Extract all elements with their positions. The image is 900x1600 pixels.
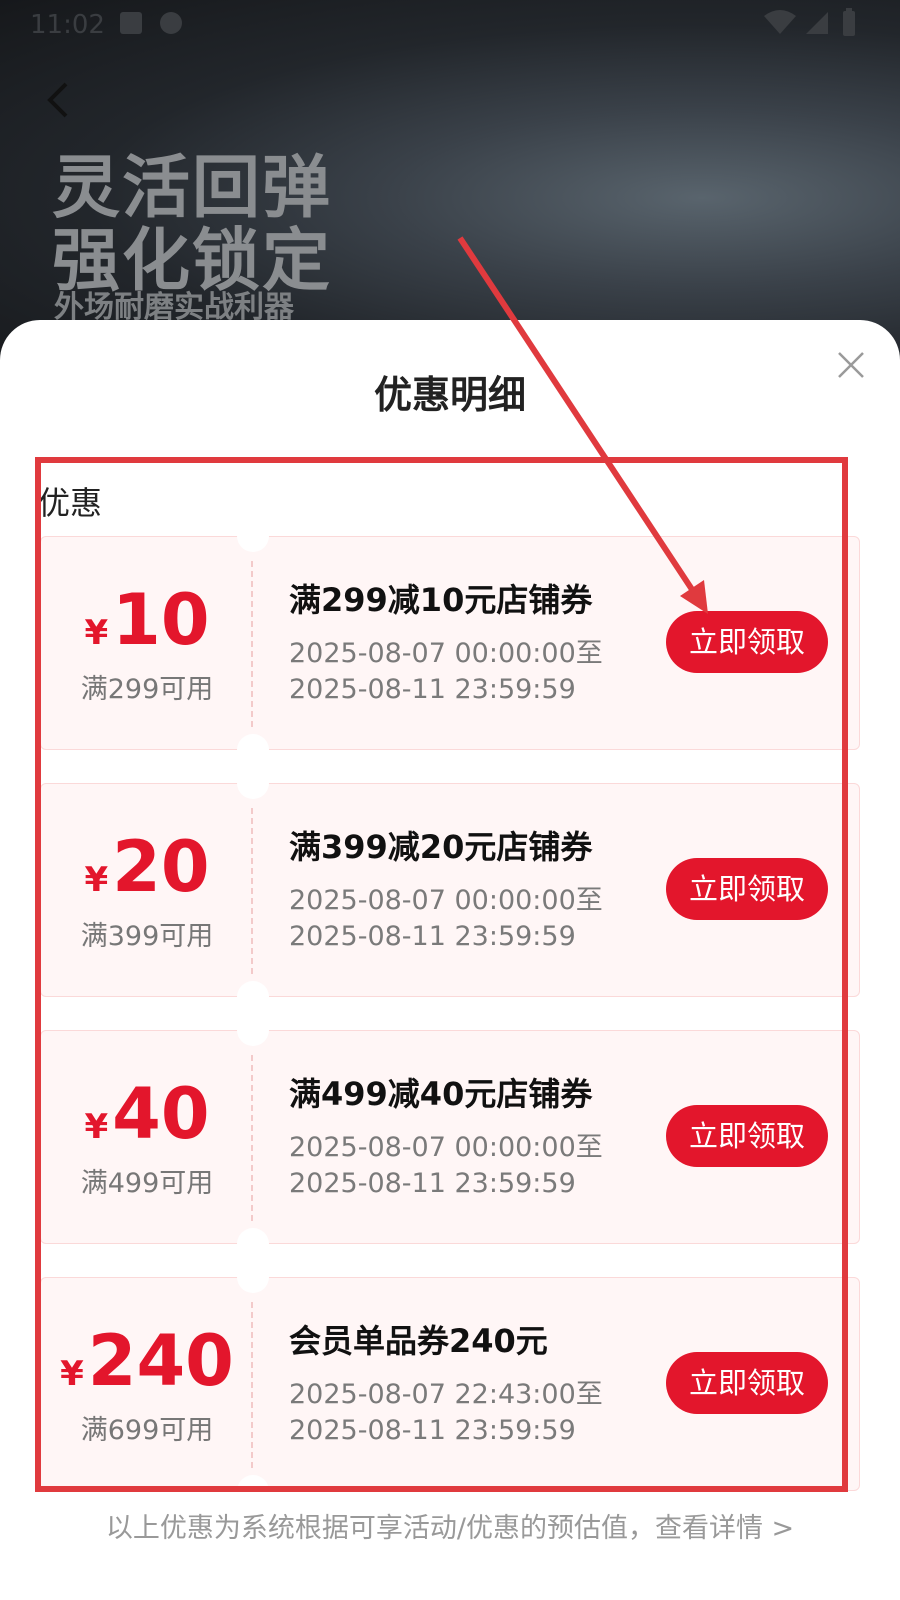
coupon-card: ¥10 满299可用 满299减10元店铺券 2025-08-07 00:00:… — [40, 520, 860, 766]
discount-detail-sheet: 优惠明细 优惠 ¥10 满299可用 满299减10元店铺券 2025-08-0… — [0, 320, 900, 1600]
coupon-notch — [237, 1475, 269, 1507]
coupon-card: ¥240 满699可用 会员单品券240元 2025-08-07 22:43:0… — [40, 1261, 860, 1507]
coupon-title: 满499减40元店铺券 — [289, 1075, 593, 1113]
claim-coupon-button[interactable]: 立即领取 — [666, 858, 828, 920]
coupon-amount: 40 — [112, 1073, 210, 1155]
coupon-title: 满299减10元店铺券 — [289, 581, 593, 619]
coupon-amount: 240 — [87, 1320, 234, 1402]
section-label: 优惠 — [38, 484, 103, 522]
coupon-card: ¥20 满399可用 满399减20元店铺券 2025-08-07 00:00:… — [40, 767, 860, 1013]
coupon-start-time: 2025-08-07 00:00:00至 — [289, 1132, 603, 1163]
coupon-value-area: ¥20 满399可用 — [41, 784, 253, 998]
coupon-start-time: 2025-08-07 00:00:00至 — [289, 885, 603, 916]
coupon-title: 会员单品券240元 — [289, 1322, 548, 1360]
coupon-threshold: 满699可用 — [80, 1415, 214, 1446]
coupon-end-time: 2025-08-11 23:59:59 — [289, 921, 576, 952]
coupon-notch — [237, 1014, 269, 1046]
footer-note-link[interactable]: 以上优惠为系统根据可享活动/优惠的预估值，查看详情 > — [0, 1506, 900, 1545]
coupon-notch — [237, 767, 269, 799]
coupon-notch — [237, 1261, 269, 1293]
coupon-value-area: ¥40 满499可用 — [41, 1031, 253, 1245]
coupon-threshold: 满399可用 — [80, 921, 214, 952]
sheet-title: 优惠明细 — [373, 373, 526, 417]
coupon-amount: 20 — [112, 826, 210, 908]
coupon-divider — [251, 808, 253, 974]
coupon-divider — [251, 1302, 253, 1468]
product-banner: 11:02 灵活回弹 强化锁定 外场耐磨实战利器 — [0, 0, 900, 360]
close-icon[interactable] — [836, 350, 866, 380]
wifi-icon — [764, 10, 796, 34]
claim-coupon-button[interactable]: 立即领取 — [666, 1352, 828, 1414]
coupon-end-time: 2025-08-11 23:59:59 — [289, 1168, 576, 1199]
coupon-start-time: 2025-08-07 22:43:00至 — [289, 1379, 603, 1410]
currency-symbol: ¥ — [84, 1107, 109, 1147]
status-time: 11:02 — [30, 10, 105, 40]
coupon-amount-row: ¥20 — [41, 826, 253, 908]
currency-symbol: ¥ — [84, 613, 109, 653]
coupon-card: ¥40 满499可用 满499减40元店铺券 2025-08-07 00:00:… — [40, 1014, 860, 1260]
notification-icon — [160, 12, 182, 34]
coupon-threshold: 满299可用 — [80, 674, 214, 705]
status-bar: 11:02 — [0, 0, 900, 48]
coupon-amount-row: ¥240 — [41, 1320, 253, 1402]
battery-icon — [843, 8, 855, 36]
coupon-notch — [237, 1228, 269, 1260]
claim-coupon-button[interactable]: 立即领取 — [666, 1105, 828, 1167]
coupon-notch — [237, 520, 269, 552]
signal-icon — [806, 12, 828, 34]
currency-symbol: ¥ — [84, 860, 109, 900]
coupon-divider — [251, 561, 253, 727]
coupon-notch — [237, 981, 269, 1013]
currency-symbol: ¥ — [60, 1354, 84, 1394]
coupon-start-time: 2025-08-07 00:00:00至 — [289, 638, 603, 669]
coupon-divider — [251, 1055, 253, 1221]
claim-coupon-button[interactable]: 立即领取 — [666, 611, 828, 673]
back-arrow-icon[interactable] — [40, 80, 80, 120]
coupon-amount-row: ¥10 — [41, 579, 253, 661]
coupon-value-area: ¥10 满299可用 — [41, 537, 253, 751]
notification-icon — [120, 12, 142, 34]
coupon-end-time: 2025-08-11 23:59:59 — [289, 1415, 576, 1446]
coupon-value-area: ¥240 满699可用 — [41, 1278, 253, 1492]
coupon-title: 满399减20元店铺券 — [289, 828, 593, 866]
coupon-notch — [237, 734, 269, 766]
coupon-amount: 10 — [112, 579, 210, 661]
coupon-end-time: 2025-08-11 23:59:59 — [289, 674, 576, 705]
coupon-amount-row: ¥40 — [41, 1073, 253, 1155]
coupon-threshold: 满499可用 — [80, 1168, 214, 1199]
